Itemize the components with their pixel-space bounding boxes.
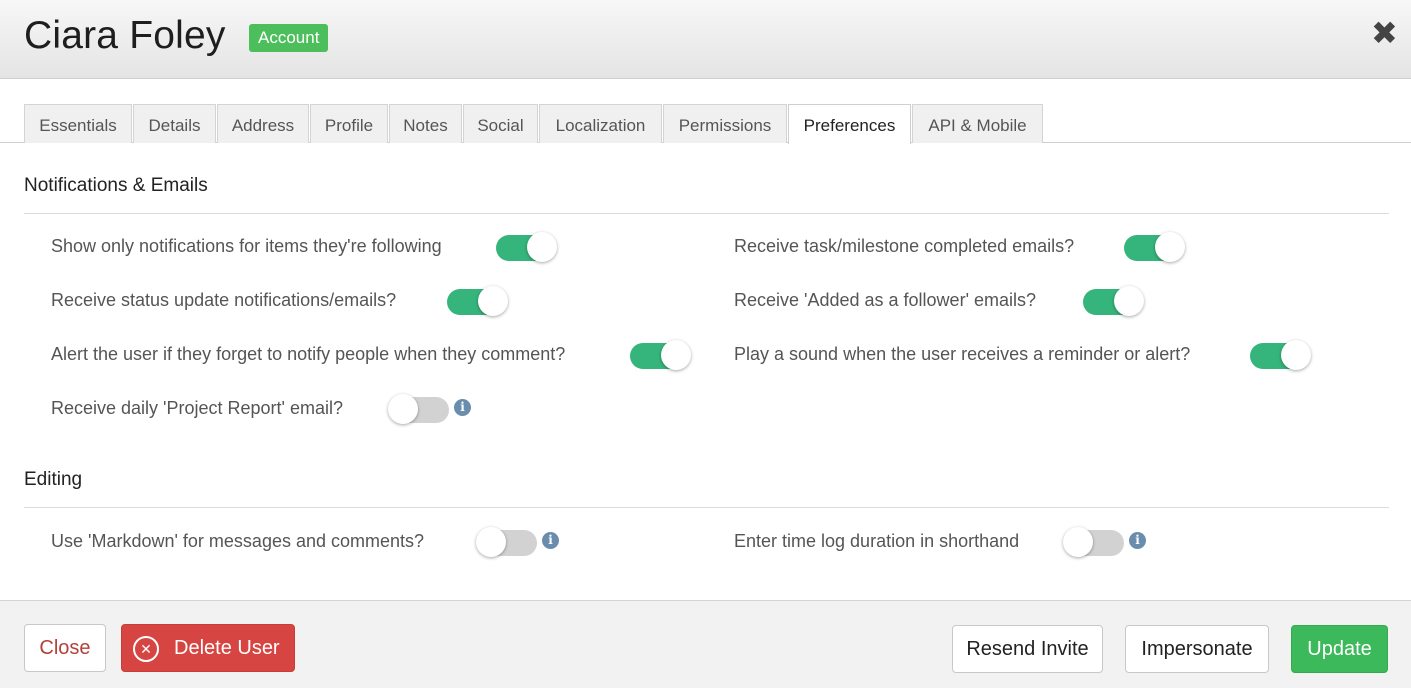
impersonate-button[interactable]: Impersonate [1125,625,1269,673]
modal-footer: Close ✕ Delete User Resend Invite Impers… [0,600,1411,688]
toggle-knob [527,232,557,262]
toggle-task-completed-emails[interactable] [1124,232,1185,262]
toggle-time-log-shorthand[interactable] [1063,527,1124,557]
toggle-knob [1155,232,1185,262]
modal-header: Ciara Foley Account ✖ [0,0,1411,79]
delete-user-button[interactable]: ✕ Delete User [121,624,295,672]
tab-social[interactable]: Social [463,104,538,143]
toggle-knob [388,394,418,424]
tab-localization[interactable]: Localization [539,104,662,143]
toggle-project-report[interactable] [388,394,449,424]
delete-user-label: Delete User [174,637,280,659]
resend-invite-button[interactable]: Resend Invite [952,625,1103,673]
info-icon[interactable]: i [1129,532,1146,549]
divider [24,507,1389,508]
toggle-knob [478,286,508,316]
tab-essentials[interactable]: Essentials [24,104,132,143]
option-label: Show only notifications for items they'r… [51,236,442,256]
option-label: Receive status update notifications/emai… [51,290,397,310]
toggle-play-sound[interactable] [1250,340,1311,370]
toggle-following-only[interactable] [496,232,557,262]
toggle-knob [1114,286,1144,316]
tab-details[interactable]: Details [133,104,216,143]
option-label: Alert the user if they forget to notify … [51,344,566,364]
divider [24,213,1389,214]
toggle-forget-notify-alert[interactable] [630,340,691,370]
tab-address[interactable]: Address [217,104,309,143]
option-label: Receive daily 'Project Report' email? [51,398,343,418]
toggle-status-update-emails[interactable] [447,286,508,316]
toggle-knob [1063,527,1093,557]
tab-notes[interactable]: Notes [389,104,462,143]
tab-permissions[interactable]: Permissions [663,104,787,143]
close-icon[interactable]: ✖ [1371,17,1398,49]
toggle-knob [1281,340,1311,370]
delete-circle-x-icon: ✕ [133,636,159,662]
option-label: Play a sound when the user receives a re… [734,344,1191,364]
toggle-added-follower-emails[interactable] [1083,286,1144,316]
editing-section-title: Editing [24,469,83,490]
tab-profile[interactable]: Profile [310,104,388,143]
option-label: Use 'Markdown' for messages and comments… [51,531,425,551]
close-button[interactable]: Close [24,624,106,672]
notifications-section-title: Notifications & Emails [24,175,208,196]
tab-preferences[interactable]: Preferences [788,104,911,144]
toggle-markdown[interactable] [476,527,537,557]
account-badge: Account [249,24,329,52]
option-label: Receive task/milestone completed emails? [734,236,1075,256]
info-icon[interactable]: i [454,399,471,416]
toggle-knob [476,527,506,557]
option-label: Receive 'Added as a follower' emails? [734,290,1037,310]
page-title: Ciara Foley [24,14,226,57]
tab-api-mobile[interactable]: API & Mobile [912,104,1043,143]
tab-bar: Essentials Details Address Profile Notes… [0,104,1411,144]
toggle-knob [661,340,691,370]
update-button[interactable]: Update [1291,625,1388,673]
option-label: Enter time log duration in shorthand [734,531,1020,551]
info-icon[interactable]: i [542,532,559,549]
